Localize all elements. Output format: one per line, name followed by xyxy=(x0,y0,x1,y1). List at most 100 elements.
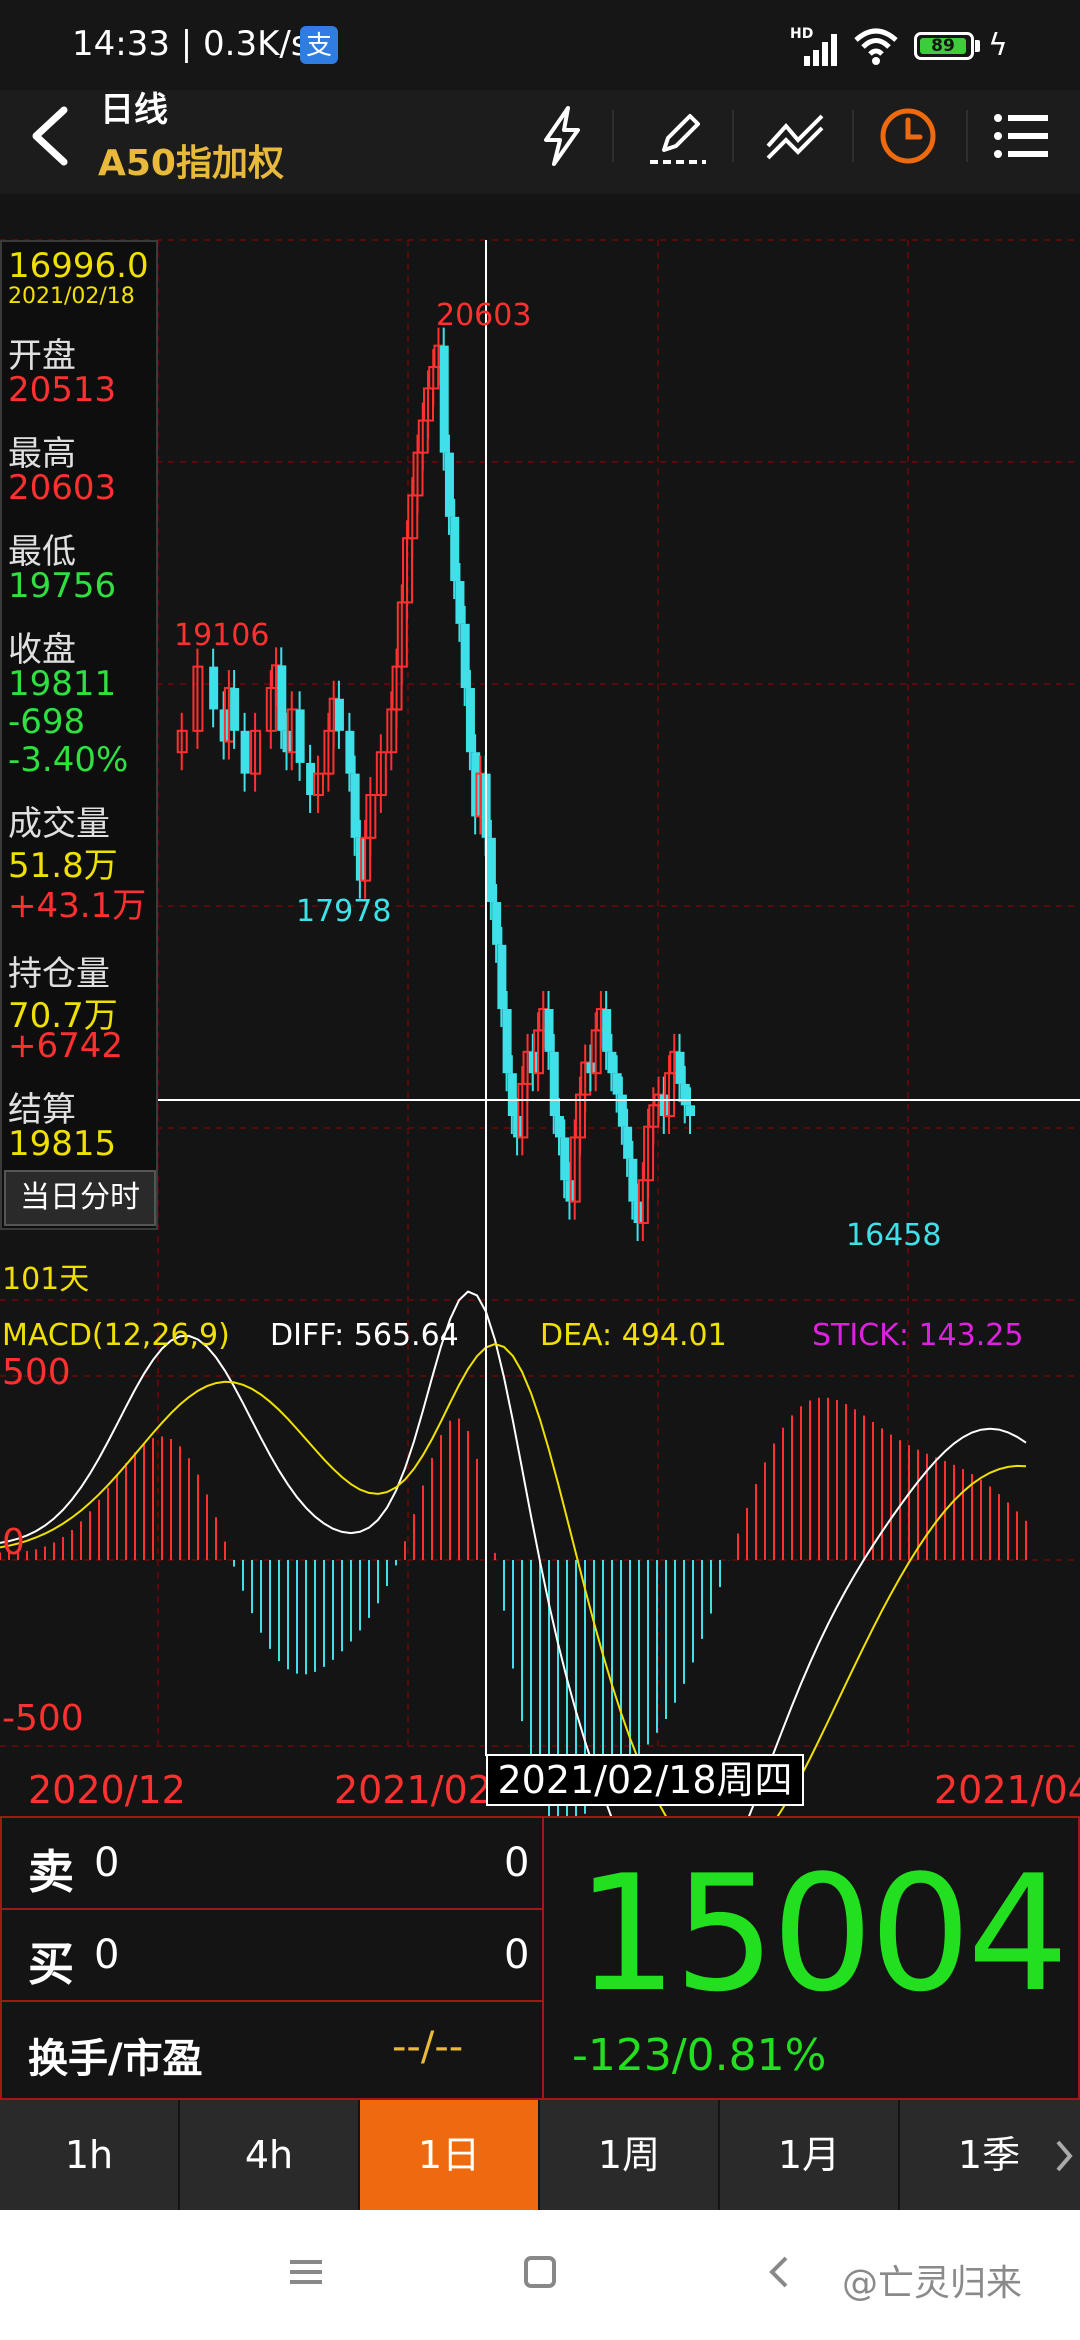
candle-body xyxy=(623,1126,633,1159)
days-count-label: 101天 xyxy=(2,1262,90,1297)
candle-body xyxy=(277,665,287,731)
ohlc-info-panel: 16996.0 2021/02/18 开盘 20513 最高 20603 最低 … xyxy=(0,240,158,1230)
home-nav-icon[interactable] xyxy=(520,2252,560,2292)
battery-cap xyxy=(975,40,980,52)
sell-row xyxy=(0,1816,544,1910)
candlestick-series xyxy=(176,327,695,1242)
turnover-pe-value: --/-- xyxy=(392,2024,464,2070)
pay-app-icon: 支 xyxy=(300,26,338,64)
chevron-right-icon[interactable] xyxy=(1054,2138,1074,2174)
volume-change: +43.1万 xyxy=(8,886,147,926)
date-axis-right: 2021/04 xyxy=(934,1768,1080,1812)
draw-pencil-icon[interactable] xyxy=(642,100,714,172)
candle-body xyxy=(455,581,465,624)
tab-4h[interactable]: 4h xyxy=(180,2100,358,2210)
indicator-line-icon[interactable] xyxy=(760,100,832,172)
page-title: 日线 xyxy=(100,90,168,130)
sell-label: 卖 xyxy=(28,1845,74,1899)
sell-price: 0 xyxy=(94,1840,120,1886)
candle-body xyxy=(686,1105,695,1117)
signal-icon xyxy=(804,34,837,66)
low-price-label: 17978 xyxy=(296,894,392,929)
macd-axis-zero: 0 xyxy=(2,1522,25,1563)
macd-dea-value: DEA: 494.01 xyxy=(540,1318,727,1353)
candle-body xyxy=(450,516,460,582)
candle-body xyxy=(497,944,507,1010)
candle-body xyxy=(680,1083,690,1106)
clock-icon[interactable] xyxy=(872,100,944,172)
macd-title: MACD(12,26,9) xyxy=(2,1318,230,1353)
candle-body xyxy=(507,1073,517,1117)
candle-body xyxy=(675,1051,685,1084)
candle-body xyxy=(460,623,470,689)
kline-chart[interactable] xyxy=(0,194,1080,1820)
candle-body xyxy=(555,1116,564,1138)
price-change: -123/0.81% xyxy=(572,2030,827,2081)
candle-body xyxy=(602,1009,612,1052)
watermark: @亡灵归来 xyxy=(842,2263,1023,2304)
candle-body xyxy=(334,698,344,731)
last-price: 15004 xyxy=(576,1840,1069,2027)
high-price-label: 19106 xyxy=(174,618,270,653)
peak-price-label: 20603 xyxy=(436,298,532,333)
tab-1h[interactable]: 1h xyxy=(0,2100,178,2210)
sell-quantity: 0 xyxy=(504,1840,530,1886)
instrument-name: A50指加权 xyxy=(98,143,284,184)
menu-nav-icon[interactable] xyxy=(286,2252,326,2292)
candle-body xyxy=(612,1073,622,1095)
candle-body xyxy=(607,1051,617,1074)
battery-icon: 89 xyxy=(914,32,974,60)
candle-body xyxy=(209,666,219,710)
macd-stick-value: STICK: 143.25 xyxy=(812,1318,1024,1353)
tab-1m[interactable]: 1月 xyxy=(720,2100,898,2210)
lightning-icon[interactable] xyxy=(526,100,598,172)
high-value: 20603 xyxy=(8,468,117,508)
candle-body xyxy=(492,902,502,945)
candle-body xyxy=(549,1051,559,1117)
candle-body xyxy=(502,1009,512,1074)
candle-body xyxy=(560,1137,570,1181)
charging-icon: ϟ xyxy=(988,28,1008,63)
header-divider xyxy=(966,110,968,162)
change-value: -698 xyxy=(8,702,86,742)
date-axis-left: 2020/12 xyxy=(28,1768,186,1812)
candle-body xyxy=(628,1158,638,1202)
header-divider xyxy=(852,110,854,162)
open-value: 20513 xyxy=(8,370,117,410)
battery-level: 89 xyxy=(920,38,966,55)
tab-1w[interactable]: 1周 xyxy=(540,2100,718,2210)
crosshair-date-label: 2021/02/18周四 xyxy=(486,1754,804,1806)
candle-body xyxy=(240,730,250,774)
candle-body xyxy=(295,709,305,763)
candle-body xyxy=(465,688,475,753)
date-axis-mid: 2021/02 xyxy=(334,1768,492,1812)
tab-1d[interactable]: 1日 xyxy=(360,2100,538,2210)
back-arrow-icon[interactable] xyxy=(24,104,74,168)
macd-axis-bottom: -500 xyxy=(2,1698,84,1739)
buy-label: 买 xyxy=(28,1937,74,1991)
min-price-label: 16458 xyxy=(846,1218,942,1253)
candle-body xyxy=(439,345,449,453)
candle-body xyxy=(350,773,360,838)
candle-body xyxy=(544,1009,554,1052)
turnover-pe-label: 换手/市盈 xyxy=(28,2036,203,2082)
candle-body xyxy=(444,452,454,517)
settlement-value: 19815 xyxy=(8,1124,117,1164)
header-divider xyxy=(732,110,734,162)
macd-diff-value: DIFF: 565.64 xyxy=(270,1318,459,1353)
status-time: 14:33 | 0.3K/s xyxy=(72,24,309,64)
buy-quantity: 0 xyxy=(504,1932,530,1978)
menu-list-icon[interactable] xyxy=(986,100,1058,172)
low-value: 19756 xyxy=(8,566,117,606)
back-nav-icon[interactable] xyxy=(760,2252,800,2292)
macd-axis-top: 500 xyxy=(2,1352,71,1393)
tab-1q[interactable]: 1季 xyxy=(900,2100,1078,2210)
candle-body xyxy=(486,837,496,903)
intraday-button[interactable]: 当日分时 xyxy=(4,1170,156,1226)
open-interest-change: +6742 xyxy=(8,1026,124,1066)
cursor-date: 2021/02/18 xyxy=(8,284,135,309)
close-value: 19811 xyxy=(8,664,117,704)
buy-row xyxy=(0,1908,544,2002)
buy-price: 0 xyxy=(94,1932,120,1978)
candle-body xyxy=(345,730,355,774)
